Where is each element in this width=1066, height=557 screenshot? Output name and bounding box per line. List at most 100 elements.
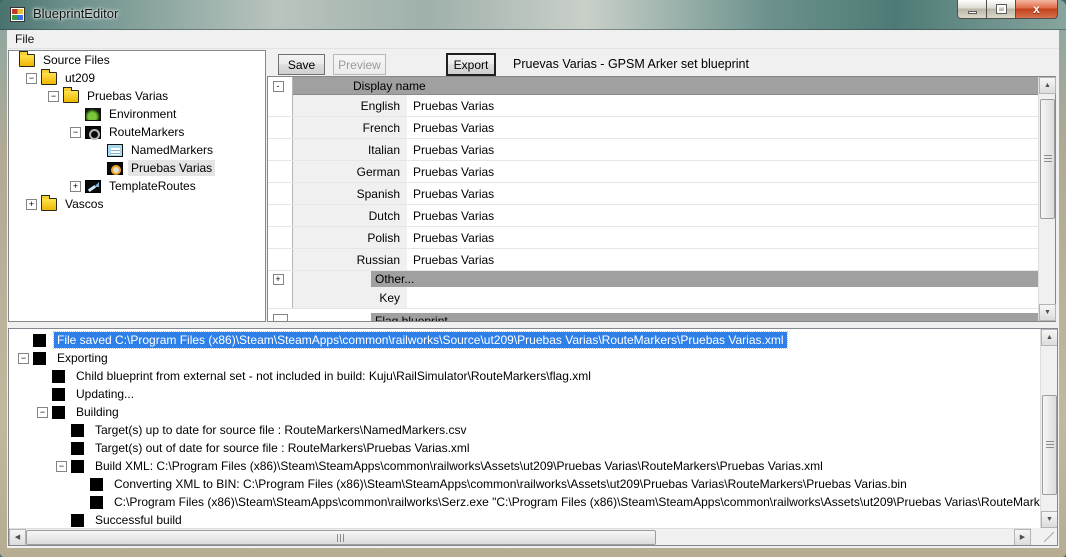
tree-item[interactable]: −RouteMarkers bbox=[9, 123, 265, 141]
tree-item[interactable]: − ut209 bbox=[9, 69, 265, 87]
property-grid-panel: - Display name EnglishPruebas VariasFren… bbox=[267, 76, 1056, 322]
row-indent-column bbox=[268, 117, 293, 138]
resize-grip[interactable] bbox=[1031, 528, 1057, 545]
tree-item[interactable]: Source Files bbox=[9, 51, 265, 69]
log-item-text: C:\Program Files (x86)\Steam\SteamApps\c… bbox=[111, 494, 1040, 510]
menu-file[interactable]: File bbox=[7, 30, 42, 48]
log-square-icon bbox=[90, 478, 103, 491]
app-icon bbox=[10, 7, 25, 22]
log-item[interactable]: File saved C:\Program Files (x86)\Steam\… bbox=[9, 331, 1040, 349]
grid-vertical-scrollbar[interactable]: ▲ ▼ bbox=[1038, 77, 1055, 321]
property-value[interactable]: Pruebas Varias bbox=[407, 95, 1038, 116]
other-row: + Other... bbox=[268, 271, 1038, 287]
log-item-text: Exporting bbox=[54, 350, 111, 366]
log-item[interactable]: C:\Program Files (x86)\Steam\SteamApps\c… bbox=[9, 493, 1040, 511]
templateroutes-icon bbox=[85, 180, 101, 193]
log-item-text: Target(s) up to date for source file : R… bbox=[92, 422, 469, 438]
log-item-text: Child blueprint from external set - not … bbox=[73, 368, 594, 384]
log-expand-toggle[interactable]: − bbox=[18, 353, 29, 364]
log-vertical-scrollbar[interactable]: ▲ ▼ bbox=[1040, 329, 1057, 528]
log-scroll-thumb[interactable] bbox=[1042, 395, 1057, 495]
log-square-icon bbox=[71, 424, 84, 437]
client-area: File Source Files−ut209−Pruebas VariasEn… bbox=[7, 30, 1059, 548]
tree-expand-toggle[interactable]: − bbox=[70, 127, 81, 138]
property-label: Russian bbox=[293, 249, 407, 270]
log-item[interactable]: Converting XML to BIN: C:\Program Files … bbox=[9, 475, 1040, 493]
property-value[interactable]: Pruebas Varias bbox=[407, 183, 1038, 204]
log-item[interactable]: − Exporting bbox=[9, 349, 1040, 367]
scroll-left-icon[interactable]: ◀ bbox=[9, 529, 26, 546]
other-label[interactable]: Other... bbox=[371, 271, 1038, 287]
property-value[interactable]: Pruebas Varias bbox=[407, 161, 1038, 182]
log-item[interactable]: Updating... bbox=[9, 385, 1040, 403]
source-files-tree[interactable]: Source Files−ut209−Pruebas VariasEnviron… bbox=[8, 50, 266, 322]
row-indent-column bbox=[268, 183, 293, 204]
tree-item[interactable]: +TemplateRoutes bbox=[9, 177, 265, 195]
log-item[interactable]: − Build XML: C:\Program Files (x86)\Steam… bbox=[9, 457, 1040, 475]
save-button[interactable]: Save bbox=[278, 54, 325, 75]
pruebas-icon bbox=[107, 162, 123, 175]
scroll-down-icon[interactable]: ▼ bbox=[1041, 511, 1058, 528]
log-horizontal-scrollbar[interactable]: ◀ ▶ bbox=[9, 528, 1031, 545]
property-label: Italian bbox=[293, 139, 407, 160]
folder-icon bbox=[41, 72, 57, 85]
maximize-button[interactable] bbox=[987, 0, 1016, 19]
preview-button: Preview bbox=[333, 54, 386, 75]
tree-item-label: ut209 bbox=[62, 70, 98, 86]
grid-scroll-thumb[interactable] bbox=[1040, 99, 1055, 219]
log-expand-toggle[interactable]: − bbox=[56, 461, 67, 472]
tree-expand-toggle[interactable]: − bbox=[48, 91, 59, 102]
log-item-text: Updating... bbox=[73, 386, 137, 402]
title-bar[interactable]: BlueprintEditor x bbox=[0, 0, 1066, 30]
log-square-icon bbox=[71, 460, 84, 473]
log-expand-toggle[interactable]: − bbox=[37, 407, 48, 418]
folder-icon bbox=[41, 198, 57, 211]
log-hscroll-thumb[interactable] bbox=[26, 530, 656, 545]
property-label: English bbox=[293, 95, 407, 116]
property-value[interactable]: Pruebas Varias bbox=[407, 205, 1038, 226]
scroll-down-icon[interactable]: ▼ bbox=[1039, 304, 1056, 321]
build-log-tree[interactable]: File saved C:\Program Files (x86)\Steam\… bbox=[9, 329, 1040, 528]
log-square-icon bbox=[33, 352, 46, 365]
property-label: Key bbox=[293, 287, 407, 308]
tree-item[interactable]: Pruebas Varias bbox=[9, 159, 265, 177]
scroll-up-icon[interactable]: ▲ bbox=[1039, 77, 1056, 94]
tree-expand-toggle[interactable]: + bbox=[26, 199, 37, 210]
log-square-icon bbox=[52, 370, 65, 383]
property-value[interactable]: Pruebas Varias bbox=[407, 249, 1038, 270]
scroll-up-icon[interactable]: ▲ bbox=[1041, 329, 1058, 346]
property-value[interactable]: Pruebas Varias bbox=[407, 139, 1038, 160]
collapse-section-toggle[interactable]: - bbox=[273, 81, 284, 92]
log-item[interactable]: Target(s) up to date for source file : R… bbox=[9, 421, 1040, 439]
export-button[interactable]: Export bbox=[447, 54, 495, 75]
grid-section-header-row: - Display name bbox=[268, 77, 1038, 95]
property-value[interactable]: Pruebas Varias bbox=[407, 117, 1038, 138]
log-item[interactable]: Target(s) out of date for source file : … bbox=[9, 439, 1040, 457]
clipped-section-label: Flag blueprint bbox=[371, 313, 1038, 321]
close-button[interactable]: x bbox=[1016, 0, 1058, 19]
row-indent-column bbox=[268, 139, 293, 160]
folder-icon bbox=[19, 54, 35, 67]
row-indent-column bbox=[268, 249, 293, 270]
log-item-text: Successful build bbox=[92, 512, 185, 528]
log-item-text: Build XML: C:\Program Files (x86)\Steam\… bbox=[92, 458, 826, 474]
property-row: SpanishPruebas Varias bbox=[268, 183, 1038, 205]
property-value[interactable] bbox=[407, 287, 1038, 308]
tree-item[interactable]: + Vascos bbox=[9, 195, 265, 213]
log-item[interactable]: Successful build bbox=[9, 511, 1040, 528]
tree-expand-toggle[interactable]: − bbox=[26, 73, 37, 84]
log-item[interactable]: −Building bbox=[9, 403, 1040, 421]
expand-other-toggle[interactable]: + bbox=[273, 274, 284, 285]
scroll-right-icon[interactable]: ▶ bbox=[1014, 529, 1031, 546]
log-square-icon bbox=[52, 388, 65, 401]
log-item[interactable]: Child blueprint from external set - not … bbox=[9, 367, 1040, 385]
minimize-button[interactable] bbox=[957, 0, 987, 19]
property-row: ItalianPruebas Varias bbox=[268, 139, 1038, 161]
tree-item-label: Environment bbox=[106, 106, 179, 122]
tree-expand-toggle[interactable]: + bbox=[70, 181, 81, 192]
property-value[interactable]: Pruebas Varias bbox=[407, 227, 1038, 248]
tree-item[interactable]: NamedMarkers bbox=[9, 141, 265, 159]
tree-item-label: Vascos bbox=[62, 196, 106, 212]
tree-item[interactable]: −Pruebas Varias bbox=[9, 87, 265, 105]
tree-item[interactable]: Environment bbox=[9, 105, 265, 123]
